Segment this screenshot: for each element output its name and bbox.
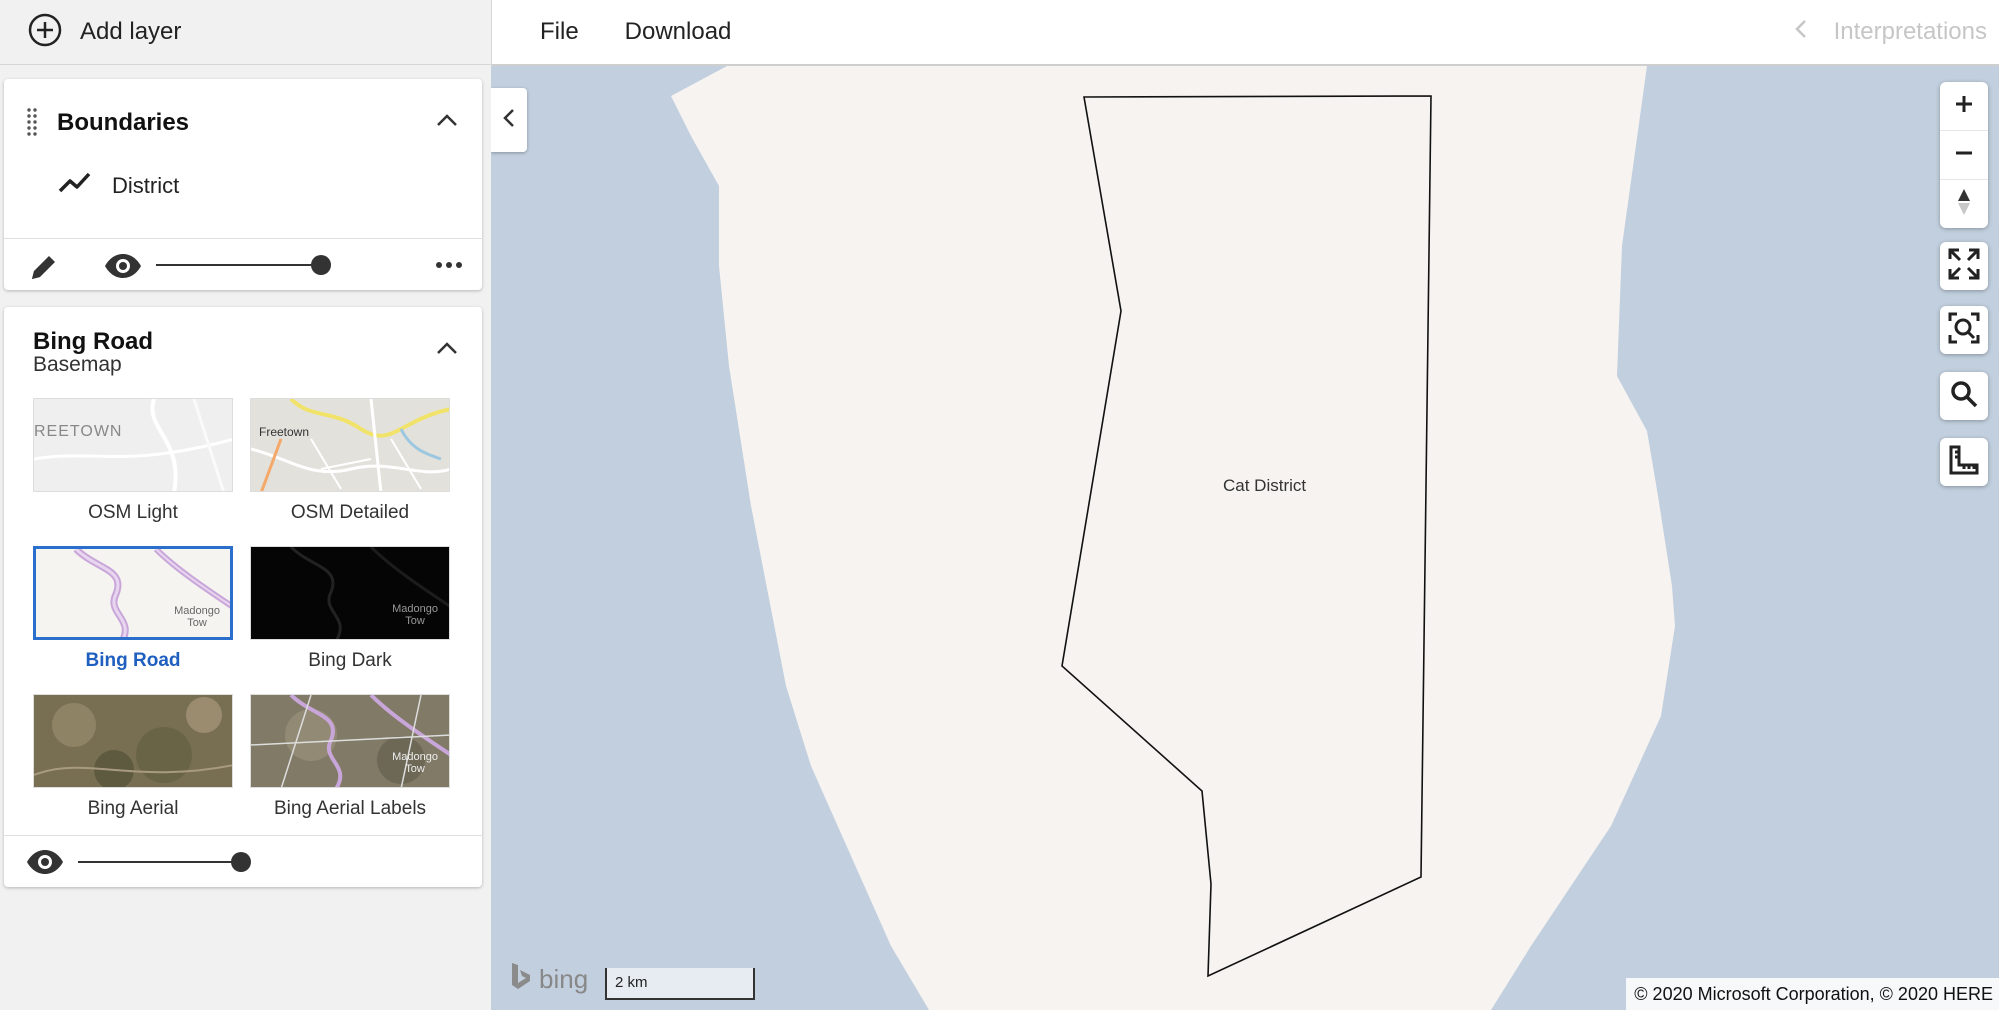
district-label: Cat District xyxy=(1223,476,1307,495)
sublayer-district[interactable]: District xyxy=(58,171,179,200)
collapse-panel-button[interactable] xyxy=(491,88,527,152)
basemap-option-label: OSM Detailed xyxy=(290,502,410,523)
basemap-title: Bing Road xyxy=(33,328,153,355)
basemap-thumbnail: Freetown xyxy=(250,398,450,492)
plus-icon xyxy=(1954,94,1974,119)
basemap-thumbnail: Madongo Tow xyxy=(250,546,450,640)
basemap-option-label: OSM Light xyxy=(88,502,178,523)
top-menu-bar: File Download Interpretations xyxy=(491,0,1999,66)
more-options-icon[interactable] xyxy=(435,253,463,282)
opacity-slider-knob[interactable] xyxy=(231,852,251,872)
ruler-icon xyxy=(1948,444,1980,481)
chevron-left-icon xyxy=(1794,18,1808,47)
layers-panel: Boundaries District Bing Road Basemap RE… xyxy=(0,65,493,1010)
visibility-eye-icon[interactable] xyxy=(26,849,64,880)
basemap-layer-card: Bing Road Basemap REETOWN OSM Light Free… xyxy=(4,307,482,887)
compass-icon xyxy=(1957,187,1971,222)
zoom-out-button[interactable] xyxy=(1940,131,1988,180)
chevron-left-icon xyxy=(502,107,516,134)
scale-label: 2 km xyxy=(615,974,648,991)
basemap-thumbnail: REETOWN xyxy=(33,398,233,492)
basemap-thumbnail xyxy=(33,694,233,788)
line-chart-icon xyxy=(58,171,92,200)
edit-pencil-icon[interactable] xyxy=(28,251,60,288)
copyright-notice: © 2020 Microsoft Corporation, © 2020 HER… xyxy=(1626,978,1999,1010)
basemap-option-label: Bing Dark xyxy=(308,650,392,671)
add-layer-button[interactable]: Add layer xyxy=(28,13,181,52)
fullscreen-button[interactable] xyxy=(1940,242,1988,290)
opacity-slider-knob[interactable] xyxy=(311,255,331,275)
basemap-option-label: Bing Aerial Labels xyxy=(273,798,427,819)
basemap-option-osm-light[interactable]: REETOWN OSM Light xyxy=(33,398,233,524)
add-layer-label: Add layer xyxy=(80,18,182,45)
drag-handle-icon[interactable] xyxy=(26,107,38,144)
map-canvas xyxy=(671,66,1675,1010)
boundaries-layer-card: Boundaries District xyxy=(4,79,482,290)
thumbnail-text: Madongo Tow xyxy=(174,605,220,629)
land-area xyxy=(671,66,1675,1010)
basemap-footer xyxy=(4,835,482,888)
collapse-layer-button[interactable] xyxy=(436,113,458,132)
thumbnail-text: Madongo Tow xyxy=(392,751,438,775)
basemap-option-bing-aerial[interactable]: Bing Aerial xyxy=(33,694,233,820)
sublayer-label: District xyxy=(112,172,180,198)
sidebar-header: Add layer xyxy=(0,0,491,65)
bing-b-icon xyxy=(509,961,533,998)
scale-bar: 2 km xyxy=(605,968,755,1000)
layer-footer xyxy=(4,238,482,291)
thumbnail-text: Freetown xyxy=(259,425,310,439)
thumbnail-text: REETOWN xyxy=(34,423,123,440)
basemap-option-osm-detailed[interactable]: Freetown OSM Detailed xyxy=(250,398,450,524)
search-icon xyxy=(1950,380,1978,413)
basemap-subtitle: Basemap xyxy=(33,353,122,376)
search-button[interactable] xyxy=(1940,372,1988,420)
copyright-text: © 2020 Microsoft Corporation, © 2020 HER… xyxy=(1634,983,1993,1004)
menu-file[interactable]: File xyxy=(540,18,579,46)
collapse-basemap-button[interactable] xyxy=(436,341,458,360)
basemap-thumbnail: Madongo Tow xyxy=(33,546,233,640)
bing-logo: bing xyxy=(509,961,588,998)
basemap-option-bing-road[interactable]: Madongo Tow Bing Road xyxy=(33,546,233,672)
basemap-option-bing-aerial-labels[interactable]: Madongo Tow Bing Aerial Labels xyxy=(250,694,450,820)
interpretations-toggle[interactable]: Interpretations xyxy=(1794,0,1987,64)
zoom-to-extent-button[interactable] xyxy=(1940,306,1988,354)
thumbnail-text: Madongo Tow xyxy=(392,603,438,627)
fullscreen-icon xyxy=(1948,248,1980,285)
minus-icon xyxy=(1954,143,1974,168)
reset-north-button[interactable] xyxy=(1940,180,1988,228)
basemap-thumbnail: Madongo Tow xyxy=(250,694,450,788)
interpretations-label: Interpretations xyxy=(1833,18,1987,45)
basemap-option-label: Bing Aerial xyxy=(87,798,179,819)
add-circle-icon xyxy=(28,13,62,52)
map-view[interactable]: Cat District bing 2 km © 2020 Microsoft … xyxy=(491,66,1999,1010)
visibility-eye-icon[interactable] xyxy=(104,253,142,284)
zoom-in-button[interactable] xyxy=(1940,82,1988,131)
basemap-option-label: Bing Road xyxy=(85,650,181,671)
opacity-slider[interactable] xyxy=(156,255,331,275)
menu-download[interactable]: Download xyxy=(625,18,732,46)
measure-button[interactable] xyxy=(1940,438,1988,486)
bing-logo-text: bing xyxy=(539,964,589,994)
basemap-option-bing-dark[interactable]: Madongo Tow Bing Dark xyxy=(250,546,450,672)
zoom-controls xyxy=(1940,82,1988,228)
layer-title: Boundaries xyxy=(57,109,190,136)
zoom-extent-icon xyxy=(1948,312,1980,349)
basemap-opacity-slider[interactable] xyxy=(78,852,251,872)
